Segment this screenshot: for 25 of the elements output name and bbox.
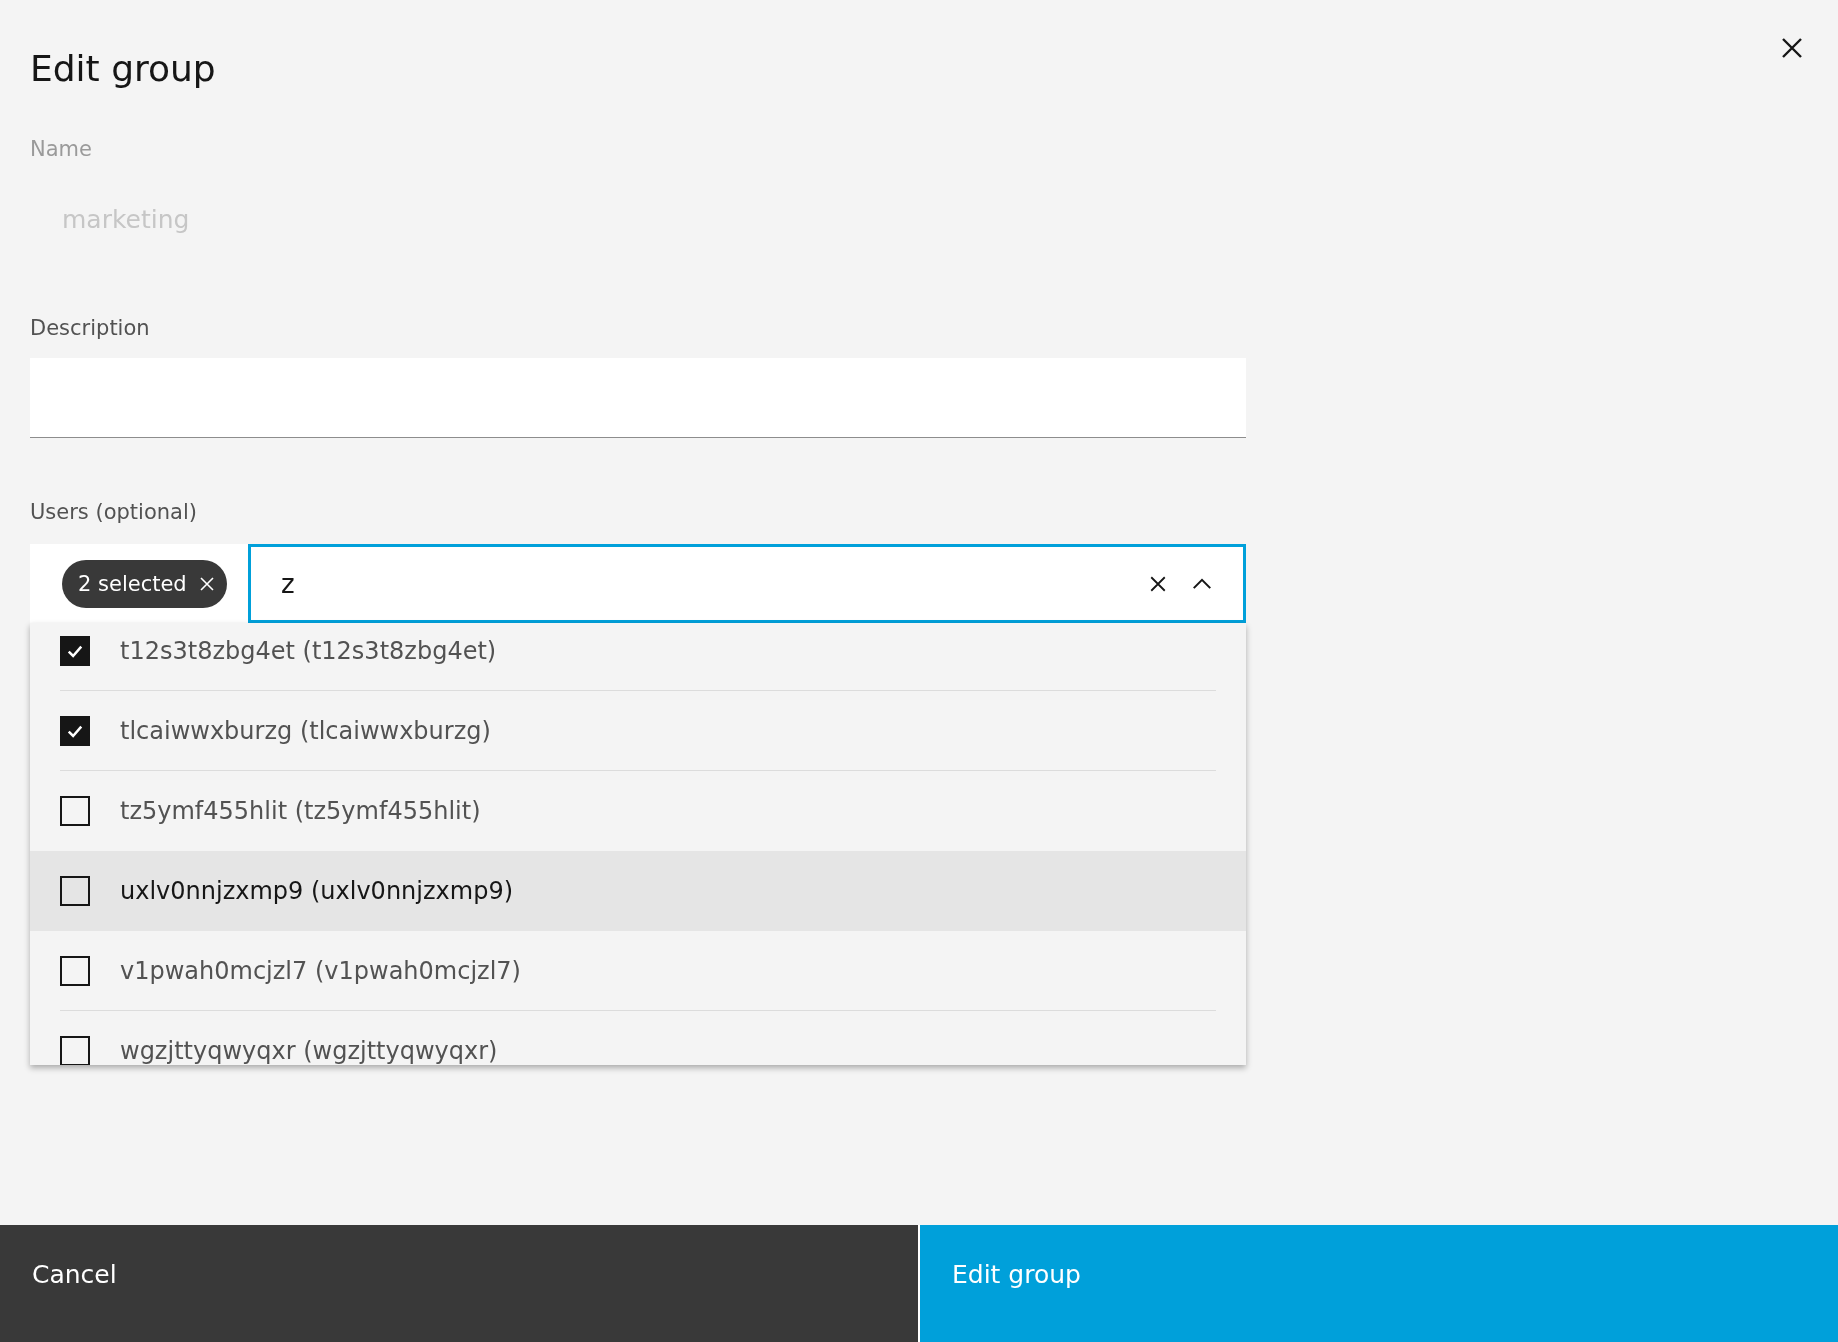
search-field[interactable]: z xyxy=(279,567,1131,600)
checkbox[interactable] xyxy=(60,1035,90,1065)
description-field[interactable] xyxy=(30,358,1246,438)
tag-label: 2 selected xyxy=(78,571,187,596)
user-option[interactable]: v1pwah0mcjzl7 (v1pwah0mcjzl7) xyxy=(30,931,1246,1011)
field-label: Users (optional) xyxy=(30,500,197,524)
field-label: Description xyxy=(30,316,150,340)
checkbox[interactable] xyxy=(60,795,90,826)
checkbox[interactable] xyxy=(60,635,90,666)
user-option[interactable]: wgzjttyqwyqxr (wgzjttyqwyqxr) xyxy=(30,1011,1246,1065)
cancel-button[interactable]: Cancel xyxy=(0,1225,918,1342)
user-option[interactable]: uxlv0nnjzxmp9 (uxlv0nnjzxmp9) xyxy=(30,851,1246,931)
field-label: Name xyxy=(30,137,92,161)
close-icon xyxy=(198,575,215,592)
close-icon xyxy=(1780,36,1804,60)
user-option[interactable]: t12s3t8zbg4et (t12s3t8zbg4et) xyxy=(30,623,1246,691)
combo-box[interactable]: z xyxy=(248,544,1246,623)
user-option[interactable]: tlcaiwwxburzg (tlcaiwwxburzg) xyxy=(30,691,1246,771)
checkbox[interactable] xyxy=(60,955,90,986)
close-icon xyxy=(1149,574,1167,593)
checkbox[interactable] xyxy=(60,715,90,746)
clear-selection-button[interactable] xyxy=(198,575,215,592)
checkbox[interactable] xyxy=(60,875,90,906)
user-option[interactable]: tz5ymf455hlit (tz5ymf455hlit) xyxy=(30,771,1246,851)
dialog-title: Edit group xyxy=(30,48,216,89)
